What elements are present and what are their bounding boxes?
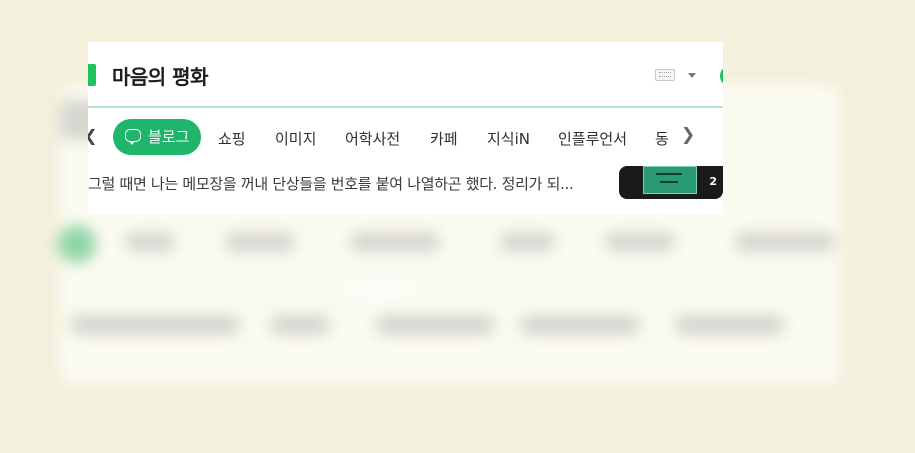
blurred-bar bbox=[520, 315, 640, 335]
keyboard-icon[interactable] bbox=[655, 69, 675, 81]
blurred-green-icon bbox=[58, 225, 96, 263]
search-icon[interactable] bbox=[720, 66, 723, 86]
tab-knowledge-in[interactable]: 지식iN bbox=[487, 122, 530, 156]
blurred-bar bbox=[350, 232, 440, 252]
search-tabs: ❮ 블로그 쇼핑 이미지 어학사전 카페 지식iN 인플루언서 동 ❯ bbox=[88, 118, 723, 158]
blurred-bar bbox=[225, 232, 295, 252]
result-snippet[interactable]: 그럴 때면 나는 메모장을 꺼내 단상들을 번호를 붙여 나열하곤 했다. 정리… bbox=[88, 173, 608, 194]
chevron-left-icon[interactable]: ❮ bbox=[88, 126, 97, 145]
blurred-bar bbox=[735, 232, 835, 252]
chevron-down-icon[interactable] bbox=[688, 73, 696, 78]
chevron-right-icon[interactable]: ❯ bbox=[681, 125, 695, 145]
blurred-bar bbox=[125, 232, 175, 252]
blurred-bar bbox=[605, 232, 675, 252]
blurred-bar bbox=[675, 315, 785, 335]
blurred-bar bbox=[375, 315, 495, 335]
search-query[interactable]: 마음의 평화 bbox=[112, 61, 208, 90]
result-item[interactable]: 그럴 때면 나는 메모장을 꺼내 단상들을 번호를 붙여 나열하곤 했다. 정리… bbox=[88, 166, 723, 206]
search-panel: 마음의 평화 ❮ 블로그 쇼핑 이미지 어학사전 카페 지식iN 인플루언서 동… bbox=[88, 42, 723, 214]
tab-shopping[interactable]: 쇼핑 bbox=[218, 122, 246, 156]
blurred-bar bbox=[70, 315, 240, 335]
blurred-bar bbox=[500, 232, 555, 252]
blurred-bar bbox=[270, 315, 330, 335]
tab-blog[interactable]: 블로그 bbox=[113, 119, 201, 155]
search-box[interactable]: 마음의 평화 bbox=[88, 42, 723, 108]
brand-accent-bar bbox=[88, 64, 96, 86]
result-thumbnail[interactable]: 2 bbox=[619, 166, 723, 199]
tab-cafe[interactable]: 카페 bbox=[430, 122, 458, 156]
tab-images[interactable]: 이미지 bbox=[275, 122, 316, 156]
tab-video[interactable]: 동 bbox=[655, 122, 669, 156]
blurred-text: 바람돌이 bbox=[345, 279, 419, 301]
tab-dictionary[interactable]: 어학사전 bbox=[345, 122, 400, 156]
blog-icon bbox=[125, 129, 141, 145]
thumbnail-count-badge: 2 bbox=[709, 175, 717, 188]
tab-label: 블로그 bbox=[148, 128, 190, 146]
thumbnail-image bbox=[643, 166, 697, 194]
tab-influencer[interactable]: 인플루언서 bbox=[558, 122, 627, 156]
